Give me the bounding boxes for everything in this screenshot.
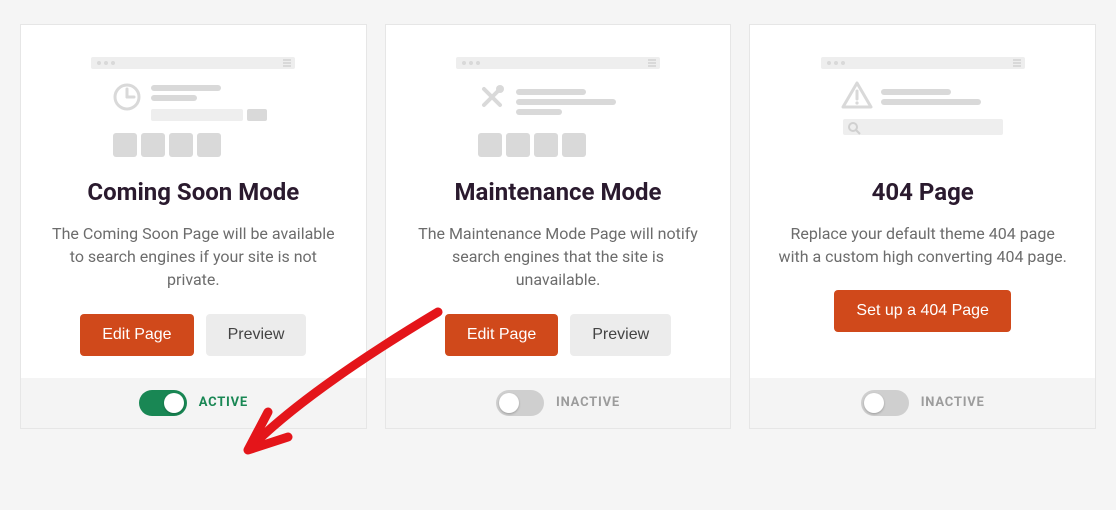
card-footer: INACTIVE <box>386 378 731 428</box>
edit-page-button[interactable]: Edit Page <box>445 314 558 356</box>
404-card: 404 Page Replace your default theme 404 … <box>749 24 1096 429</box>
card-description: The Maintenance Mode Page will notify se… <box>412 222 705 292</box>
active-toggle[interactable] <box>496 390 544 416</box>
preview-button[interactable]: Preview <box>206 314 307 356</box>
edit-page-button[interactable]: Edit Page <box>80 314 193 356</box>
card-description: Replace your default theme 404 page with… <box>776 222 1069 268</box>
maintenance-card: Maintenance Mode The Maintenance Mode Pa… <box>385 24 732 429</box>
status-label: INACTIVE <box>921 395 985 410</box>
card-body: 404 Page Replace your default theme 404 … <box>750 25 1095 378</box>
card-body: Maintenance Mode The Maintenance Mode Pa… <box>386 25 731 378</box>
maintenance-illustration <box>448 53 668 168</box>
active-toggle[interactable] <box>139 390 187 416</box>
button-row: Set up a 404 Page <box>834 290 1011 332</box>
card-footer: INACTIVE <box>750 378 1095 428</box>
404-illustration <box>813 53 1033 168</box>
preview-button[interactable]: Preview <box>570 314 671 356</box>
active-toggle[interactable] <box>861 390 909 416</box>
card-title: 404 Page <box>872 178 974 206</box>
setup-404-button[interactable]: Set up a 404 Page <box>834 290 1011 332</box>
card-title: Coming Soon Mode <box>87 178 299 206</box>
coming-soon-illustration <box>83 53 303 168</box>
card-footer: ACTIVE <box>21 378 366 428</box>
card-description: The Coming Soon Page will be available t… <box>47 222 340 292</box>
mode-cards-row: Coming Soon Mode The Coming Soon Page wi… <box>20 24 1096 429</box>
status-label: INACTIVE <box>556 395 620 410</box>
button-row: Edit Page Preview <box>445 314 671 356</box>
button-row: Edit Page Preview <box>80 314 306 356</box>
card-title: Maintenance Mode <box>455 178 662 206</box>
status-label: ACTIVE <box>199 395 248 410</box>
card-body: Coming Soon Mode The Coming Soon Page wi… <box>21 25 366 378</box>
coming-soon-card: Coming Soon Mode The Coming Soon Page wi… <box>20 24 367 429</box>
